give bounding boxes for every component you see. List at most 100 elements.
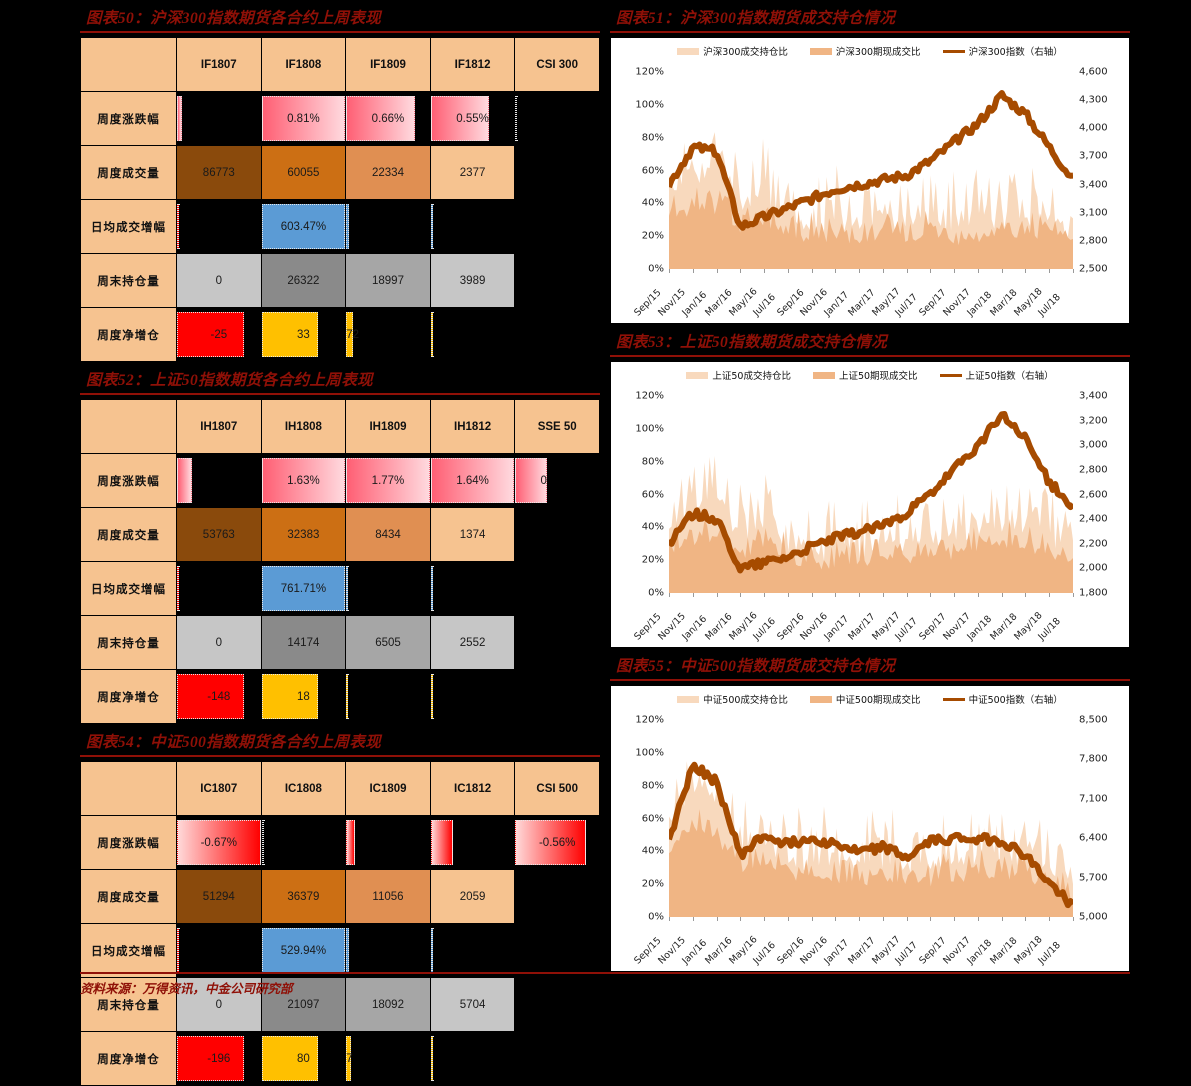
- y-axis-tick-left: 120%: [635, 714, 664, 726]
- y-axis-tick-left: 20%: [641, 554, 664, 566]
- y-axis-tick-left: 100%: [635, 423, 664, 435]
- x-axis-tick: [787, 917, 789, 921]
- value-bar: [431, 870, 514, 923]
- y-axis-tick-left: 80%: [641, 132, 664, 144]
- panel-fig54: 图表54：中证500指数期货各合约上周表现 IC1807 IC1808 IC1809…: [80, 724, 600, 1086]
- value-bar: [262, 566, 345, 611]
- value-bar: [346, 928, 349, 973]
- legend-label: 中证500成交持仓比: [703, 695, 788, 706]
- value-bar: [431, 508, 514, 561]
- x-axis-tick: [1073, 917, 1074, 921]
- value-bar: [431, 204, 433, 249]
- legend-item: 沪深300成交持仓比: [677, 44, 788, 58]
- chart-svg: [669, 761, 1073, 917]
- y-axis-tick-right: 2,800: [1079, 464, 1108, 476]
- y-axis-tick-left: 0%: [648, 263, 664, 275]
- table-row: 周度涨跌幅 -0.67% -0.56%: [80, 815, 600, 870]
- x-axis-tick: [669, 269, 670, 273]
- table-cell: 26322: [260, 253, 347, 308]
- y-axis-tick-left: 40%: [641, 197, 664, 209]
- value-bar: [262, 96, 345, 141]
- table-row: 周度成交量 53763 32383 8434 1374: [80, 507, 600, 562]
- legend-label: 沪深300成交持仓比: [703, 47, 788, 58]
- value-bar: [177, 146, 261, 199]
- value-bar: [262, 204, 345, 249]
- table-cell: 80: [260, 1031, 347, 1086]
- x-axis-tick: [977, 593, 979, 597]
- table-header-row: IF1807 IF1808 IF1809 IF1812 CSI 300: [80, 37, 600, 92]
- value-bar: [262, 458, 345, 503]
- table-row: 周度涨跌幅 1.63% 1.77% 1.64% 0: [80, 453, 600, 508]
- table-cell: [345, 815, 431, 870]
- fig53-chart: 上证50成交持仓比 上证50期现成交比 上证50指数（右轴） 0% 20% 40% 60% 8…: [610, 361, 1130, 648]
- legend-label: 上证50成交持仓比: [712, 371, 791, 382]
- chart-svg: [669, 396, 1073, 593]
- y-axis-tick-left: 60%: [641, 489, 664, 500]
- table-cell: 86773: [176, 145, 262, 200]
- y-axis-tick-right: 6,400: [1079, 832, 1108, 844]
- x-axis-tick: [906, 269, 908, 273]
- table-cell: [514, 507, 600, 562]
- cell-value: 72: [346, 328, 359, 341]
- value-bar: [177, 204, 179, 249]
- value-bar: [177, 458, 193, 503]
- legend-item: 上证50成交持仓比: [686, 368, 791, 382]
- legend-item: 中证500期现成交比: [809, 692, 921, 706]
- y-axis-tick-left: 80%: [641, 780, 664, 792]
- table-cell: 11056: [345, 869, 431, 924]
- y-axis-tick-right: 5,700: [1079, 872, 1108, 884]
- row-label: 周末持仓量: [80, 615, 177, 670]
- fig55-title: 图表55：中证500指数期货成交持仓情况: [616, 658, 896, 675]
- x-axis-tick: [835, 917, 837, 921]
- panel-fig52: 图表52：上证50指数期货各合约上周表现 IH1807 IH1808 IH1809 I…: [80, 362, 600, 724]
- y-axis-tick-right: 7,100: [1079, 793, 1108, 805]
- value-bar: [262, 616, 345, 669]
- fig50-title: 图表50：沪深300指数期货各合约上周表现: [86, 10, 382, 27]
- row-label: 日均成交增幅: [80, 923, 177, 978]
- table-cell: 1.64%: [429, 453, 516, 508]
- value-bar: [431, 254, 514, 307]
- x-axis-tick: [906, 593, 908, 597]
- y-axis-tick-right: 2,500: [1079, 263, 1108, 275]
- value-bar: [177, 312, 244, 357]
- legend-label: 上证50指数（右轴）: [965, 371, 1054, 382]
- futures-contract-table: IF1807 IF1808 IF1809 IF1812 CSI 300 周度涨跌幅 0.81…: [80, 37, 600, 362]
- column-header-sse-50: SSE 50: [514, 399, 600, 454]
- x-axis-tick: [764, 593, 766, 597]
- y-axis-tick-left: 20%: [641, 230, 664, 242]
- table-cell: [514, 1031, 600, 1086]
- table-cell: 36379: [260, 869, 347, 924]
- value-bar: [177, 870, 261, 923]
- table-cell: 51294: [176, 869, 262, 924]
- table-cell: [514, 615, 600, 670]
- plot-area: 0% 20% 40% 60% 80% 100% 120% 2,500 2,800 3,100 3,4…: [632, 67, 1107, 319]
- value-bar: [346, 96, 415, 141]
- y-axis-tick-left: 120%: [635, 66, 664, 78]
- value-bar: [346, 508, 430, 561]
- footer: 资料来源：万得资讯，中金公司研究部: [80, 972, 1130, 997]
- table-cell: [345, 669, 431, 724]
- table-cell: -0.67%: [176, 815, 262, 870]
- chart-legend: 沪深300成交持仓比 沪深300期现成交比 沪深300指数（右轴）: [611, 44, 1129, 58]
- fig50-title-rule: [80, 31, 600, 33]
- value-bar: [431, 928, 433, 973]
- y-axis-tick-right: 4,600: [1079, 66, 1108, 78]
- value-bar: [346, 674, 349, 719]
- row-label: 日均成交增幅: [80, 199, 177, 254]
- column-header-if1808: IF1808: [260, 37, 347, 92]
- table-row: 日均成交增幅 761.71%: [80, 561, 600, 616]
- table-cell: [429, 307, 516, 362]
- y-axis-tick-right: 2,600: [1079, 489, 1108, 500]
- table-cell: 8434: [345, 507, 431, 562]
- table-cell: [429, 815, 516, 870]
- value-bar: [431, 616, 514, 669]
- left-column: 图表50：沪深300指数期货各合约上周表现 IF1807 IF1808 IF1809…: [80, 0, 600, 1086]
- legend-item: 上证50指数（右轴）: [939, 368, 1054, 382]
- y-axis-tick-right: 7,800: [1079, 753, 1108, 765]
- row-label: 日均成交增幅: [80, 561, 177, 616]
- table-header-row: IH1807 IH1808 IH1809 IH1812 SSE 50: [80, 399, 600, 454]
- table-cell: 32383: [260, 507, 347, 562]
- table-header-row: IC1807 IC1808 IC1809 IC1812 CSI 500: [80, 761, 600, 816]
- table-cell: [429, 1031, 516, 1086]
- legend-label: 中证500指数（右轴）: [968, 695, 1063, 706]
